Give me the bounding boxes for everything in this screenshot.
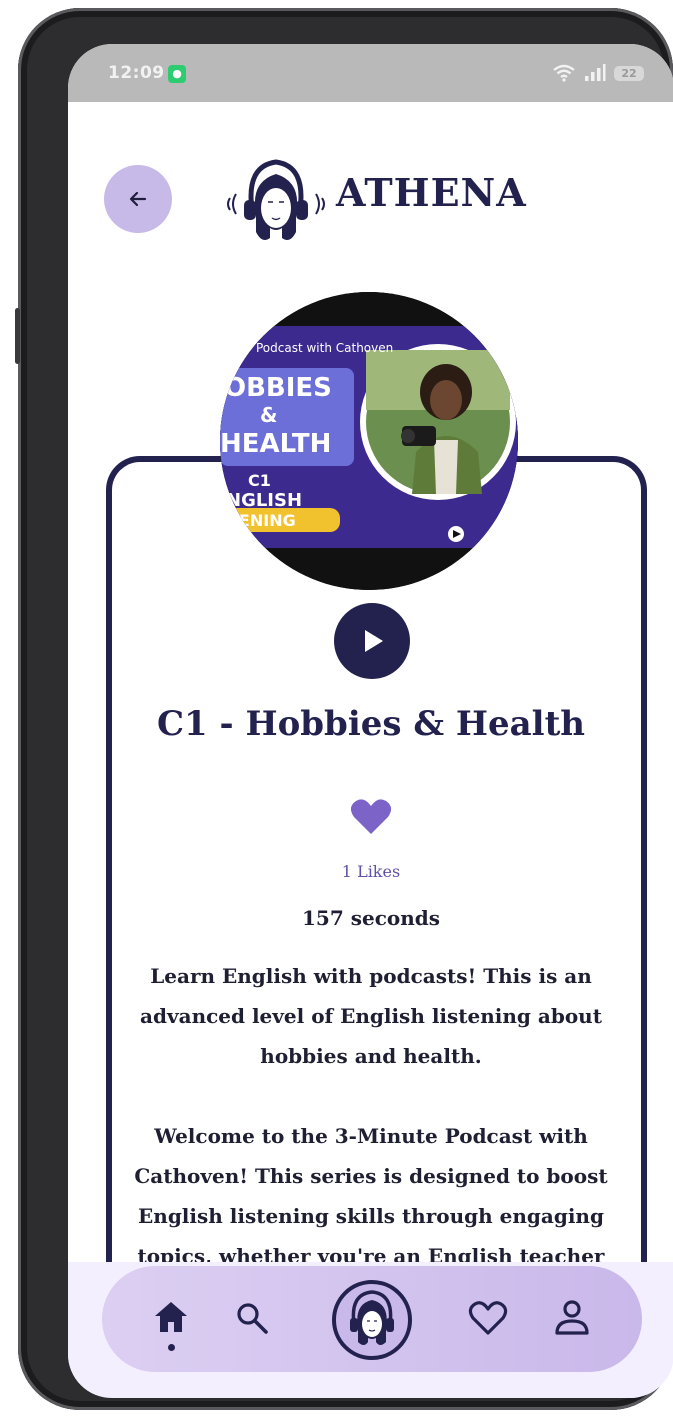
status-bar: 12:09 ● 22 (68, 44, 673, 102)
active-indicator (168, 1344, 175, 1351)
cover-line1: OBBIES (224, 373, 332, 403)
phone-frame: 12:09 ● 22 ATHENA Podcast with Cathoven … (15, 8, 673, 1410)
status-icons: 22 (552, 64, 644, 82)
app-screen: 12:09 ● 22 ATHENA Podcast with Cathoven … (68, 44, 673, 1398)
bottom-nav (102, 1266, 642, 1372)
cover-level: C1 (248, 471, 271, 490)
nav-home[interactable] (148, 1294, 194, 1340)
arrow-left-icon (129, 191, 147, 207)
brand-name: ATHENA (336, 170, 527, 215)
duration-text: 157 seconds (302, 906, 440, 930)
heart-outline-icon (468, 1301, 508, 1335)
podcast-cover-image[interactable]: Podcast with Cathoven OBBIES & HEALTH C1… (220, 292, 518, 590)
cover-line2: & (260, 403, 277, 427)
cover-line3: HEALTH (220, 429, 331, 459)
nav-search[interactable] (230, 1296, 274, 1340)
status-time: 12:09 (108, 63, 165, 83)
podcast-description: Learn English with podcasts! This is an … (134, 964, 608, 1268)
messenger-app-icon: ● (168, 65, 186, 83)
play-button[interactable] (334, 603, 410, 679)
heart-filled-icon (350, 799, 392, 834)
nav-favorites[interactable] (464, 1294, 512, 1342)
nav-profile[interactable] (548, 1294, 596, 1342)
cover-line4: NGLISH (226, 490, 302, 511)
athena-logo-icon (350, 1290, 394, 1345)
podcast-title: C1 - Hobbies & Health (156, 704, 586, 744)
home-icon (155, 1302, 187, 1332)
search-icon (237, 1303, 268, 1334)
cover-subtitle: Podcast with Cathoven (256, 341, 393, 355)
person-icon (555, 1300, 589, 1335)
likes-count: 1 Likes (341, 862, 401, 881)
wifi-icon (553, 64, 575, 82)
headphones-woman-logo (216, 152, 336, 248)
play-icon (365, 630, 383, 652)
volume-button (15, 308, 20, 364)
battery-icon: 22 (614, 65, 644, 81)
back-button[interactable] (104, 165, 172, 233)
nav-athena[interactable] (332, 1280, 412, 1360)
like-button[interactable] (350, 798, 392, 840)
signal-icon (585, 64, 606, 81)
